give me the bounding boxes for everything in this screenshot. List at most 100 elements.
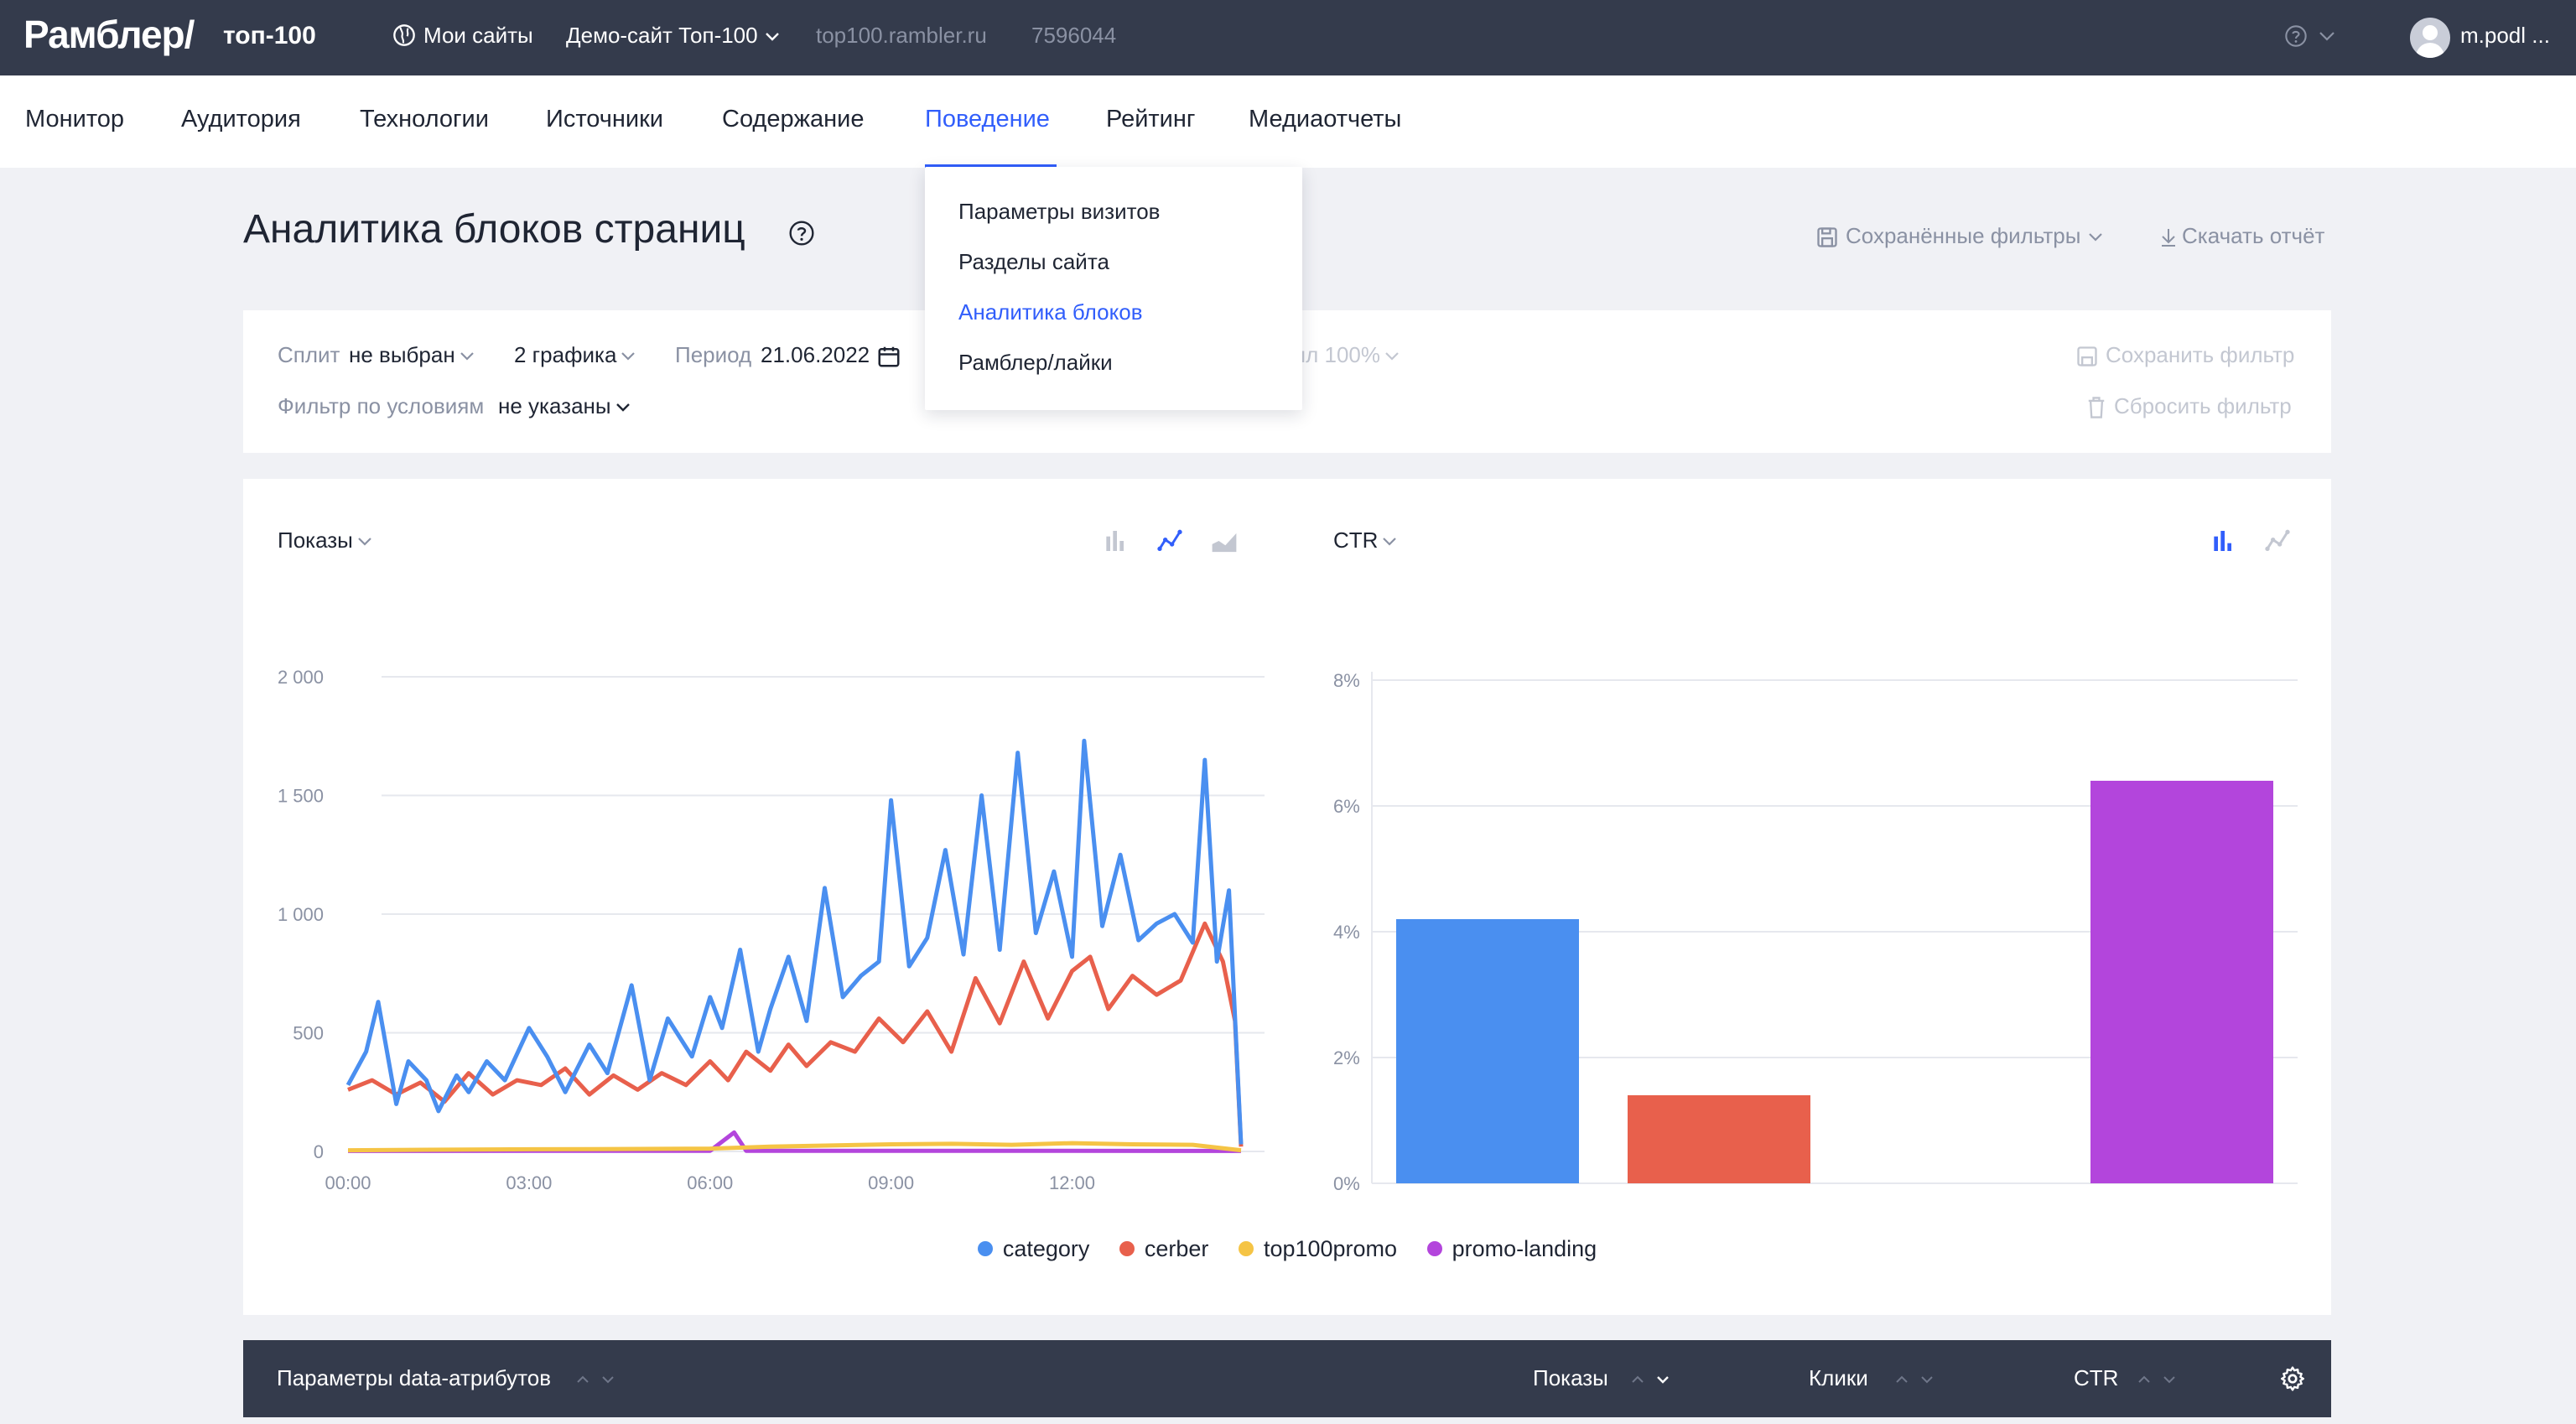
y-tick-label: 0%: [1333, 1173, 1360, 1194]
download-report-button[interactable]: Скачать отчёт: [2158, 223, 2324, 249]
sort-icons[interactable]: [1893, 1369, 1944, 1389]
chevron-down-icon: [765, 33, 779, 41]
bar-promo-landing: [2090, 781, 2273, 1183]
y-tick-label: 6%: [1333, 796, 1360, 817]
sample-value: 100%: [1324, 342, 1380, 367]
chevron-down-icon: [460, 352, 474, 361]
user-name[interactable]: m.podl ...: [2460, 23, 2550, 49]
charts-canvas: 0 500 1 000 1 500 2 000 00:00 03:00 06:00 09:00 1…: [278, 667, 2298, 1194]
charts-panel: Показы CTR 0 500 1 000 1 500 2 000 00:00 03:00…: [243, 479, 2331, 1315]
legend-item-promo-landing[interactable]: promo-landing: [1426, 1236, 1597, 1262]
save-icon: [1817, 227, 1837, 247]
graphs-count-value: 2 графика: [514, 342, 617, 367]
conditions-select[interactable]: не указаны: [498, 393, 631, 419]
save-filter-button[interactable]: Сохранить фильтр: [2075, 342, 2294, 368]
site-selector[interactable]: Демо-сайт Топ-100: [566, 23, 781, 49]
y-tick-label: 500: [293, 1023, 324, 1044]
nav-media-reports[interactable]: Медиаотчеты: [1249, 106, 1401, 133]
saved-filters-button[interactable]: Сохранённые фильтры: [1815, 223, 2104, 249]
sort-icons[interactable]: [574, 1369, 625, 1389]
period-picker[interactable]: 21.06.2022: [761, 342, 901, 369]
conditions-value: не указаны: [498, 393, 611, 418]
bar-category: [1396, 919, 1579, 1183]
x-tick-label: 12:00: [1049, 1172, 1095, 1193]
column-header-params[interactable]: Параметры data-атрибутов: [277, 1365, 551, 1391]
menu-item-site-sections[interactable]: Разделы сайта: [958, 249, 1109, 275]
globe-icon: [393, 24, 415, 46]
chevron-down-icon: [1385, 352, 1399, 361]
calendar-icon: [878, 346, 900, 367]
legend-label: promo-landing: [1452, 1236, 1597, 1261]
chevron-down-icon: [2088, 233, 2102, 242]
y-tick-label: 2 000: [278, 667, 324, 688]
chart-legend: category cerber top100promo promo-landin…: [243, 1236, 2331, 1262]
graphs-count-select[interactable]: 2 графика: [514, 342, 636, 368]
site-url: top100.rambler.ru: [816, 23, 987, 48]
bar-cerber: [1628, 1095, 1810, 1183]
chevron-down-icon: [615, 403, 630, 412]
x-tick-label: 03:00: [506, 1172, 552, 1193]
my-sites-link[interactable]: Мои сайты: [423, 23, 533, 49]
site-selector-label: Демо-сайт Топ-100: [566, 23, 758, 48]
trash-icon: [2088, 397, 2105, 418]
nav-sources[interactable]: Источники: [546, 106, 663, 133]
gear-icon[interactable]: [2279, 1365, 2306, 1392]
help-icon[interactable]: [2284, 24, 2308, 48]
nav-technologies[interactable]: Технологии: [360, 106, 489, 133]
split-value: не выбран: [349, 342, 455, 367]
sort-icons[interactable]: [2136, 1369, 2186, 1389]
legend-item-cerber[interactable]: cerber: [1119, 1236, 1209, 1262]
menu-item-rambler-likes[interactable]: Рамблер/лайки: [958, 350, 1113, 376]
rambler-logo[interactable]: Рамблер/: [23, 12, 195, 57]
legend-item-top100promo[interactable]: top100promo: [1238, 1236, 1398, 1262]
x-tick-label: 09:00: [868, 1172, 914, 1193]
sort-icons[interactable]: [1629, 1369, 1680, 1389]
nav-rating[interactable]: Рейтинг: [1106, 106, 1195, 133]
site-id: 7596044: [1031, 23, 1117, 48]
nav-behavior[interactable]: Поведение: [925, 106, 1050, 133]
nav-monitor[interactable]: Монитор: [25, 106, 124, 133]
avatar[interactable]: [2410, 18, 2450, 58]
split-select[interactable]: не выбран: [349, 342, 475, 368]
split-label: Сплит: [278, 342, 340, 367]
legend-label: category: [1002, 1236, 1090, 1261]
reset-filter-button[interactable]: Сбросить фильтр: [2085, 393, 2292, 420]
x-tick-label: 00:00: [325, 1172, 371, 1193]
nav-audience[interactable]: Аудитория: [181, 106, 301, 133]
conditions-label: Фильтр по условиям: [278, 393, 485, 418]
chevron-down-icon: [621, 352, 636, 361]
help-icon[interactable]: [788, 220, 815, 247]
page-title: Аналитика блоков страниц: [243, 207, 745, 252]
table-header: Параметры data-атрибутов Показы Клики CT…: [243, 1340, 2331, 1417]
saved-filters-label: Сохранённые фильтры: [1846, 223, 2081, 248]
legend-label: top100promo: [1263, 1236, 1398, 1261]
column-header-ctr[interactable]: CTR: [2074, 1365, 2118, 1391]
menu-item-visit-params[interactable]: Параметры визитов: [958, 199, 1161, 225]
period-value: 21.06.2022: [761, 342, 870, 367]
save-icon: [2077, 346, 2097, 366]
reset-filter-label: Сбросить фильтр: [2114, 393, 2292, 418]
series-line-cerber: [347, 921, 1244, 1147]
y-tick-label: 8%: [1333, 670, 1360, 691]
column-header-shows[interactable]: Показы: [1533, 1365, 1608, 1391]
top100-logo-text[interactable]: топ-100: [223, 22, 316, 50]
nav-content[interactable]: Содержание: [722, 106, 864, 133]
help-chevron-icon[interactable]: [2318, 30, 2336, 42]
y-tick-label: 1 000: [278, 904, 324, 925]
download-icon: [2162, 229, 2175, 247]
behavior-dropdown-menu: Параметры визитов Разделы сайта Аналитик…: [925, 167, 1302, 410]
y-tick-label: 1 500: [278, 786, 324, 807]
sample-select[interactable]: пл 100%: [1294, 342, 1400, 368]
menu-item-block-analytics[interactable]: Аналитика блоков: [958, 299, 1143, 325]
y-tick-label: 2%: [1333, 1047, 1360, 1068]
download-report-label: Скачать отчёт: [2182, 223, 2325, 248]
y-tick-label: 4%: [1333, 922, 1360, 943]
top-bar: Рамблер/ топ-100 Мои сайты Демо-сайт Топ…: [0, 0, 2576, 75]
y-tick-label: 0: [314, 1141, 324, 1162]
x-tick-label: 06:00: [687, 1172, 733, 1193]
period-label: Период: [675, 342, 752, 367]
save-filter-label: Сохранить фильтр: [2106, 342, 2295, 367]
legend-label: cerber: [1144, 1236, 1209, 1261]
column-header-clicks[interactable]: Клики: [1809, 1365, 1868, 1391]
legend-item-category[interactable]: category: [977, 1236, 1090, 1262]
